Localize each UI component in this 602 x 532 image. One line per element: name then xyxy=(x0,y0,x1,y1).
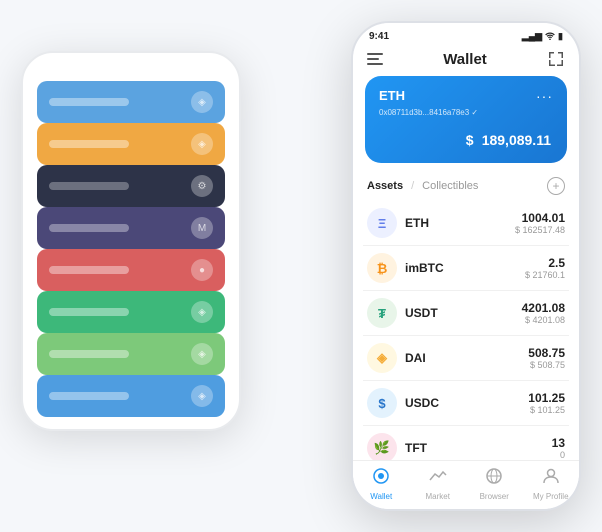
eth-card: ETH ··· 0x08711d3b...8416a78e3 ✓ $ 189,0… xyxy=(365,76,567,163)
eth-card-label: ETH xyxy=(379,88,405,103)
tab-separator: / xyxy=(411,180,414,192)
assets-tabs: Assets / Collectibles xyxy=(367,180,478,192)
card-row: M xyxy=(37,207,225,249)
asset-usd: $ 4201.08 xyxy=(522,315,565,325)
nav-label: Browser xyxy=(480,492,509,501)
asset-name: DAI xyxy=(405,351,528,365)
nav-item-market[interactable]: Market xyxy=(410,467,467,501)
card-row: ⚙ xyxy=(37,165,225,207)
card-row: ◈ xyxy=(37,123,225,165)
add-asset-button[interactable]: + xyxy=(547,177,565,195)
menu-icon[interactable] xyxy=(367,53,383,65)
card-row: ◈ xyxy=(37,333,225,375)
bottom-nav: Wallet Market Browser My Profile xyxy=(353,460,579,509)
time: 9:41 xyxy=(369,31,389,42)
signal-icon: ▂▄▆ xyxy=(522,31,542,42)
battery-icon: ▮ xyxy=(558,31,563,42)
wifi-icon xyxy=(545,32,555,42)
asset-name: TFT xyxy=(405,441,552,455)
nav-item-browser[interactable]: Browser xyxy=(466,467,523,501)
nav-icon-browser xyxy=(485,467,503,490)
nav-icon-wallet xyxy=(372,467,390,490)
asset-amount: 13 xyxy=(552,436,565,450)
asset-amount: 1004.01 xyxy=(515,211,565,225)
asset-usd: $ 162517.48 xyxy=(515,225,565,235)
top-bar: Wallet xyxy=(353,46,579,76)
nav-label: My Profile xyxy=(533,492,569,501)
asset-name: USDC xyxy=(405,396,528,410)
asset-item[interactable]: ◈DAI508.75$ 508.75 xyxy=(363,336,569,381)
asset-item[interactable]: ΞETH1004.01$ 162517.48 xyxy=(363,201,569,246)
asset-usd: $ 21760.1 xyxy=(525,270,565,280)
card-row: ◈ xyxy=(37,291,225,333)
asset-usd: 0 xyxy=(552,450,565,460)
asset-usd: $ 101.25 xyxy=(528,405,565,415)
eth-balance: $ 189,089.11 xyxy=(379,125,553,151)
asset-amount: 101.25 xyxy=(528,391,565,405)
nav-item-wallet[interactable]: Wallet xyxy=(353,467,410,501)
scene: ◈◈⚙M●◈◈◈ 9:41 ▂▄▆ ▮ xyxy=(21,21,581,511)
card-row: ◈ xyxy=(37,81,225,123)
asset-usd: $ 508.75 xyxy=(528,360,565,370)
status-icons: ▂▄▆ ▮ xyxy=(522,31,563,42)
asset-item[interactable]: 🌿TFT130 xyxy=(363,426,569,460)
asset-amount: 2.5 xyxy=(525,256,565,270)
status-bar: 9:41 ▂▄▆ ▮ xyxy=(353,23,579,46)
nav-item-my-profile[interactable]: My Profile xyxy=(523,467,580,501)
expand-icon[interactable] xyxy=(547,50,565,68)
asset-name: imBTC xyxy=(405,261,525,275)
page-title: Wallet xyxy=(443,51,487,68)
asset-item[interactable]: ₮USDT4201.08$ 4201.08 xyxy=(363,291,569,336)
card-row: ◈ xyxy=(37,375,225,417)
tab-collectibles[interactable]: Collectibles xyxy=(422,180,478,192)
nav-icon-market xyxy=(429,467,447,490)
tab-assets[interactable]: Assets xyxy=(367,180,403,192)
nav-label: Wallet xyxy=(370,492,392,501)
assets-header: Assets / Collectibles + xyxy=(353,173,579,201)
nav-label: Market xyxy=(426,492,450,501)
phone-back: ◈◈⚙M●◈◈◈ xyxy=(21,51,241,431)
asset-amount: 508.75 xyxy=(528,346,565,360)
phone-front: 9:41 ▂▄▆ ▮ Wallet xyxy=(351,21,581,511)
eth-address: 0x08711d3b...8416a78e3 ✓ xyxy=(379,108,553,117)
nav-icon-my-profile xyxy=(542,467,560,490)
asset-list: ΞETH1004.01$ 162517.48₿imBTC2.5$ 21760.1… xyxy=(353,201,579,460)
asset-item[interactable]: ₿imBTC2.5$ 21760.1 xyxy=(363,246,569,291)
asset-item[interactable]: $USDC101.25$ 101.25 xyxy=(363,381,569,426)
asset-name: ETH xyxy=(405,216,515,230)
eth-card-menu[interactable]: ··· xyxy=(536,88,553,104)
asset-name: USDT xyxy=(405,306,522,320)
asset-amount: 4201.08 xyxy=(522,301,565,315)
card-row: ● xyxy=(37,249,225,291)
